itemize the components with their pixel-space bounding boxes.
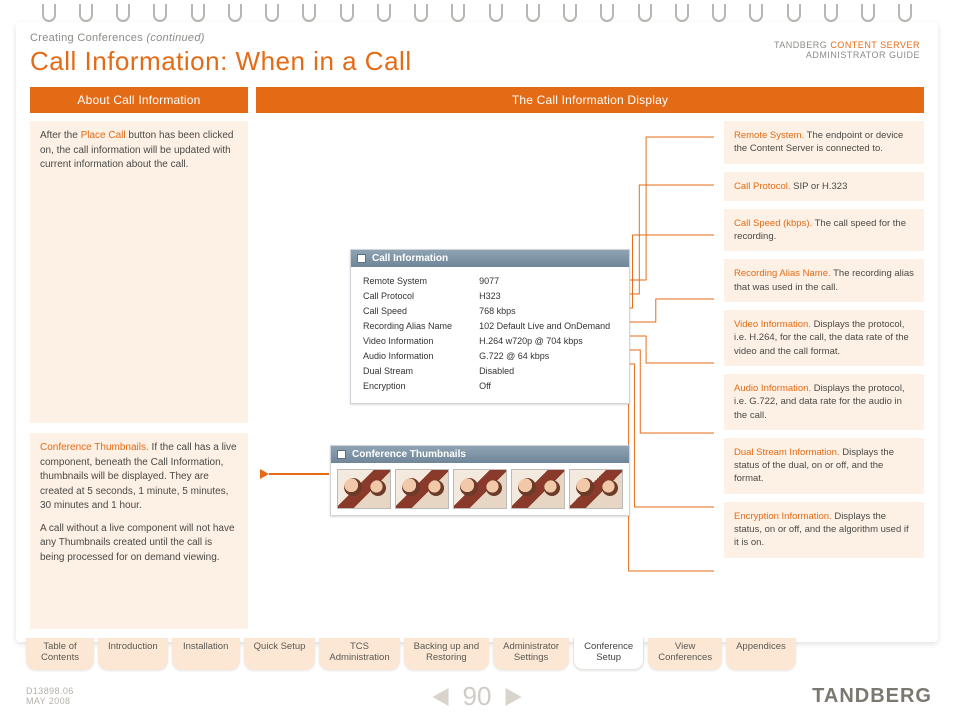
row-audio-info: Audio InformationG.722 @ 64 kbps — [361, 348, 619, 363]
callout-remote-system: Remote System. The endpoint or device th… — [724, 121, 924, 164]
thumbnail — [569, 469, 623, 509]
section-bar-display: The Call Information Display — [256, 87, 924, 113]
page-number: 90 — [463, 681, 492, 712]
call-info-head: Call Information — [372, 253, 448, 264]
doc-meta: D13898.06MAY 2008 — [26, 686, 74, 706]
thumbnail — [511, 469, 565, 509]
callout-call-speed: Call Speed (kbps). The call speed for th… — [724, 209, 924, 252]
tab-backing-up-and-restoring[interactable]: Backing up andRestoring — [404, 638, 490, 670]
product: CONTENT SERVER — [830, 40, 920, 50]
row-call-speed: Call Speed768 kbps — [361, 303, 619, 318]
thumbnail — [395, 469, 449, 509]
tab-view-conferences[interactable]: ViewConferences — [648, 638, 722, 670]
callout-video-info: Video Information. Displays the protocol… — [724, 310, 924, 366]
footer-tabs: Table ofContentsIntroductionInstallation… — [26, 638, 796, 670]
section-bar-about: About Call Information — [30, 87, 248, 113]
callout-encryption: Encryption Information. Displays the sta… — [724, 502, 924, 558]
thumb-connector-line — [269, 473, 329, 475]
about-paragraph-1: After the Place Call button has been cli… — [30, 121, 248, 423]
tab-conference-setup[interactable]: ConferenceSetup — [573, 638, 644, 670]
diagram-area: Call Information Remote System9077 Call … — [258, 121, 714, 629]
tab-tcs-administration[interactable]: TCSAdministration — [319, 638, 399, 670]
collapse-icon — [357, 254, 366, 263]
callout-recording-alias: Recording Alias Name. The recording alia… — [724, 259, 924, 302]
row-dual-stream: Dual StreamDisabled — [361, 363, 619, 378]
row-remote-system: Remote System9077 — [361, 273, 619, 288]
next-page-button[interactable] — [505, 688, 521, 706]
callout-call-protocol: Call Protocol. SIP or H.323 — [724, 172, 924, 201]
callout-dual-stream: Dual Stream Information. Displays the st… — [724, 438, 924, 494]
thumb-connector-arrow-icon — [260, 469, 269, 479]
prev-page-button[interactable] — [433, 688, 449, 706]
row-call-protocol: Call ProtocolH323 — [361, 288, 619, 303]
thumbs-head: Conference Thumbnails — [352, 449, 466, 460]
call-information-panel: Call Information Remote System9077 Call … — [350, 249, 630, 404]
row-video-info: Video InformationH.264 w720p @ 704 kbps — [361, 333, 619, 348]
spiral-binding — [0, 0, 954, 22]
brand-logo: TANDBERG — [812, 685, 932, 708]
tab-installation[interactable]: Installation — [172, 638, 240, 670]
vendor: TANDBERG — [774, 40, 827, 50]
tab-table-of-contents[interactable]: Table ofContents — [26, 638, 94, 670]
callout-audio-info: Audio Information. Displays the protocol… — [724, 374, 924, 430]
about-paragraph-2: Conference Thumbnails. If the call has a… — [30, 433, 248, 629]
tab-quick-setup[interactable]: Quick Setup — [244, 638, 316, 670]
doc-header-right: TANDBERG CONTENT SERVER ADMINISTRATOR GU… — [774, 40, 920, 60]
guide: ADMINISTRATOR GUIDE — [806, 50, 920, 60]
row-encryption: EncryptionOff — [361, 378, 619, 393]
thumbnail — [337, 469, 391, 509]
row-recording-alias: Recording Alias Name102 Default Live and… — [361, 318, 619, 333]
collapse-icon — [337, 450, 346, 459]
tab-introduction[interactable]: Introduction — [98, 638, 168, 670]
tab-administrator-settings[interactable]: AdministratorSettings — [493, 638, 569, 670]
tab-appendices[interactable]: Appendices — [726, 638, 796, 670]
conference-thumbnails-panel: Conference Thumbnails — [330, 445, 630, 516]
thumbnail — [453, 469, 507, 509]
page-nav: 90 — [433, 681, 522, 712]
